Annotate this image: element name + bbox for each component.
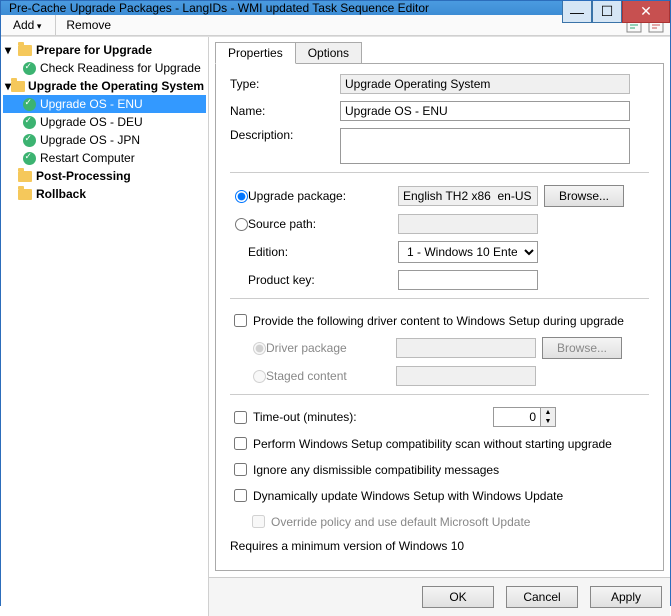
label-upgrade-package: Upgrade package: bbox=[248, 189, 398, 203]
upgrade-package-radio[interactable] bbox=[235, 190, 248, 203]
window-title: Pre-Cache Upgrade Packages - LangIDs - W… bbox=[9, 1, 429, 15]
tree-label: Upgrade OS - JPN bbox=[40, 133, 140, 147]
label-name: Name: bbox=[230, 104, 340, 118]
label-staged-content: Staged content bbox=[266, 369, 396, 383]
label-source-path: Source path: bbox=[248, 217, 398, 231]
window-buttons: — ☐ ✕ bbox=[562, 1, 670, 23]
requires-note: Requires a minimum version of Windows 10 bbox=[230, 539, 464, 553]
tab-options[interactable]: Options bbox=[295, 42, 362, 64]
tree-label: Upgrade OS - ENU bbox=[40, 97, 143, 111]
apply-button[interactable]: Apply bbox=[590, 586, 662, 608]
add-button[interactable]: Add bbox=[7, 16, 47, 34]
label-type: Type: bbox=[230, 77, 340, 91]
tab-properties[interactable]: Properties bbox=[215, 42, 296, 64]
task-tree[interactable]: ▾Prepare for Upgrade Check Readiness for… bbox=[1, 37, 209, 616]
dynamic-update-checkbox[interactable] bbox=[234, 489, 247, 502]
tree-item-check-readiness[interactable]: Check Readiness for Upgrade bbox=[3, 59, 206, 77]
divider bbox=[230, 298, 649, 299]
label-dynamic-update: Dynamically update Windows Setup with Wi… bbox=[253, 489, 563, 503]
titlebar: Pre-Cache Upgrade Packages - LangIDs - W… bbox=[1, 1, 670, 15]
divider bbox=[230, 172, 649, 173]
ok-button[interactable]: OK bbox=[422, 586, 494, 608]
tree-label: Prepare for Upgrade bbox=[36, 43, 152, 57]
browse-upgrade-button[interactable]: Browse... bbox=[544, 185, 624, 207]
driver-content-checkbox[interactable] bbox=[234, 314, 247, 327]
edition-select[interactable]: 1 - Windows 10 Enterprise bbox=[398, 241, 538, 263]
tree-group-prepare[interactable]: ▾Prepare for Upgrade bbox=[3, 41, 206, 59]
tree-group-post[interactable]: Post-Processing bbox=[3, 167, 206, 185]
label-driver-package: Driver package bbox=[266, 341, 396, 355]
timeout-stepper[interactable]: ▲▼ bbox=[540, 407, 556, 427]
label-edition: Edition: bbox=[248, 245, 398, 259]
tree-label: Rollback bbox=[36, 187, 86, 201]
remove-button[interactable]: Remove bbox=[60, 16, 117, 34]
upgrade-package-field bbox=[398, 186, 538, 206]
footer: OK Cancel Apply bbox=[209, 577, 670, 616]
label-compat-scan: Perform Windows Setup compatibility scan… bbox=[253, 437, 612, 451]
content: ▾Prepare for Upgrade Check Readiness for… bbox=[1, 36, 670, 616]
minimize-button[interactable]: — bbox=[562, 1, 592, 23]
source-path-radio[interactable] bbox=[235, 218, 248, 231]
timeout-checkbox[interactable] bbox=[234, 411, 247, 424]
driver-package-field bbox=[396, 338, 536, 358]
label-override-policy: Override policy and use default Microsof… bbox=[271, 515, 530, 529]
label-ignore-compat: Ignore any dismissible compatibility mes… bbox=[253, 463, 499, 477]
description-field[interactable] bbox=[340, 128, 630, 164]
label-timeout: Time-out (minutes): bbox=[253, 410, 493, 424]
source-path-field bbox=[398, 214, 538, 234]
tree-label: Restart Computer bbox=[40, 151, 135, 165]
tabs: Properties Options bbox=[209, 37, 670, 63]
right-pane: Properties Options Type: Name: Descripti… bbox=[209, 37, 670, 616]
tree-label: Post-Processing bbox=[36, 169, 131, 183]
tree-label: Check Readiness for Upgrade bbox=[40, 61, 201, 75]
tree-label: Upgrade OS - DEU bbox=[40, 115, 143, 129]
tree-item-restart[interactable]: Restart Computer bbox=[3, 149, 206, 167]
tree-group-rollback[interactable]: Rollback bbox=[3, 185, 206, 203]
override-policy-checkbox bbox=[252, 515, 265, 528]
tree-item-upgrade-enu[interactable]: Upgrade OS - ENU bbox=[3, 95, 206, 113]
tree-item-upgrade-deu[interactable]: Upgrade OS - DEU bbox=[3, 113, 206, 131]
timeout-field[interactable] bbox=[493, 407, 541, 427]
close-button[interactable]: ✕ bbox=[622, 1, 670, 23]
name-field[interactable] bbox=[340, 101, 630, 121]
product-key-field[interactable] bbox=[398, 270, 538, 290]
driver-package-radio bbox=[253, 342, 266, 355]
divider bbox=[230, 394, 649, 395]
maximize-button[interactable]: ☐ bbox=[592, 1, 622, 23]
staged-content-field bbox=[396, 366, 536, 386]
label-desc: Description: bbox=[230, 128, 340, 142]
tree-item-upgrade-jpn[interactable]: Upgrade OS - JPN bbox=[3, 131, 206, 149]
type-field bbox=[340, 74, 630, 94]
properties-pane: Type: Name: Description: Upgrade package… bbox=[215, 63, 664, 571]
ignore-compat-checkbox[interactable] bbox=[234, 463, 247, 476]
label-driver-content: Provide the following driver content to … bbox=[253, 314, 624, 328]
window: Pre-Cache Upgrade Packages - LangIDs - W… bbox=[0, 0, 671, 606]
browse-driver-button: Browse... bbox=[542, 337, 622, 359]
staged-content-radio bbox=[253, 370, 266, 383]
compat-scan-checkbox[interactable] bbox=[234, 437, 247, 450]
tree-label: Upgrade the Operating System bbox=[28, 79, 204, 93]
label-product-key: Product key: bbox=[248, 273, 398, 287]
separator bbox=[55, 15, 56, 35]
cancel-button[interactable]: Cancel bbox=[506, 586, 578, 608]
tree-group-upgrade-os[interactable]: ▾Upgrade the Operating System bbox=[3, 77, 206, 95]
